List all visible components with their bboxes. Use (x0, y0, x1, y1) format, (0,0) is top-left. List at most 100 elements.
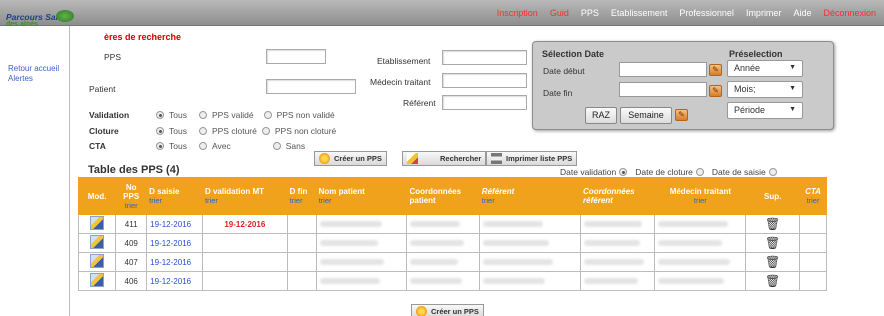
cell-d-saisie-link[interactable]: 19-12-2016 (150, 277, 191, 286)
col-mod-label: Mod. (87, 191, 107, 201)
sidebar-item-alertes[interactable]: Alertes (8, 74, 33, 83)
cell-d-saisie-link[interactable]: 19-12-2016 (150, 258, 191, 267)
edit-icon[interactable] (90, 216, 105, 230)
cell-medecin (654, 271, 747, 291)
col-coord-patient-label: Coordonnées patient (409, 187, 462, 205)
raz-button[interactable]: RAZ (585, 107, 617, 124)
trash-icon[interactable]: 🗑 (765, 218, 780, 230)
sort-medecin-link[interactable]: trier (657, 196, 743, 205)
print-list-button[interactable]: Imprimer liste PPS (486, 151, 578, 166)
cloture-radio-pps-non-cloture[interactable] (261, 127, 270, 135)
table-header-row: Mod. No PPS trier D saisie trier D validat… (77, 177, 827, 215)
col-medecin: Médecin traitant trier (654, 177, 747, 215)
cell-d-saisie-link[interactable]: 19-12-2016 (150, 220, 191, 229)
nav-deconnexion[interactable]: Déconnexion (823, 8, 876, 18)
edit-cell (77, 271, 117, 291)
etablissement-input[interactable] (442, 50, 527, 65)
cloture-radio-tous[interactable] (156, 127, 164, 135)
sort-referent-link[interactable]: trier (482, 196, 578, 205)
validation-radio-pps-non-valide[interactable] (263, 111, 272, 119)
calendar-icon[interactable]: ✎ (709, 85, 722, 97)
pps-input[interactable] (266, 49, 326, 64)
page: { "nav": { "items": [ {"label": "Inscrip… (0, 0, 884, 316)
period-select[interactable]: Période ▼ (727, 102, 803, 119)
cell-d-fin (286, 252, 317, 272)
cell-d-saisie: 19-12-2016 (146, 271, 203, 291)
col-d-saisie-label: D saisie (149, 187, 180, 196)
calendar-icon[interactable]: ✎ (709, 64, 722, 76)
col-d-validation-label: D validation MT (204, 187, 265, 196)
nav-aide[interactable]: Aide (793, 8, 811, 18)
medecin-input[interactable] (442, 73, 527, 88)
cell-medecin (654, 233, 747, 253)
semaine-button[interactable]: Semaine (620, 107, 672, 124)
patient-input[interactable] (266, 79, 356, 94)
pps-table: Mod. No PPS trier D saisie trier D validat… (77, 177, 827, 291)
sidebar-item-retour-accueil[interactable]: Retour accueil (8, 64, 59, 73)
cell-cta (799, 233, 827, 253)
nav-etablissement[interactable]: Etablissement (611, 8, 668, 18)
col-no-pps-label: No PPS (123, 182, 140, 201)
sort-no-pps-link[interactable]: trier (118, 201, 144, 210)
nav-professionnel[interactable]: Professionnel (679, 8, 734, 18)
trash-icon[interactable]: 🗑 (765, 237, 780, 249)
cta-radio-tous[interactable] (156, 142, 164, 150)
redacted-text (319, 220, 382, 227)
cloture-radio-pps-cloture[interactable] (198, 127, 207, 135)
date-debut-input[interactable] (619, 62, 707, 77)
col-sup: Sup. (745, 177, 801, 215)
col-referent: Référent trier (478, 177, 582, 215)
cell-coord-referent (580, 233, 656, 253)
cell-d-validation-value: 19-12-2016 (224, 219, 266, 229)
create-pps-label: Créer un PPS (334, 154, 382, 163)
logo[interactable]: Parcours Santé des aînés (6, 10, 96, 32)
cta-option-avec: Avec (211, 141, 231, 151)
validation-radio-pps-valide[interactable] (198, 111, 207, 119)
cloture-option-pps-cloture: PPS cloturé (211, 126, 257, 136)
trash-icon[interactable]: 🗑 (765, 256, 780, 268)
cta-radio-group: Tous Avec Sans (156, 141, 305, 151)
cta-radio-sans[interactable] (272, 142, 281, 150)
cta-radio-avec[interactable] (198, 142, 207, 150)
year-select[interactable]: Année ▼ (727, 60, 803, 77)
cell-d-validation (201, 233, 288, 253)
date-filter-validation-label: Date validation (560, 167, 617, 177)
cell-sup: 🗑 (745, 271, 801, 291)
date-filter-saisie-radio[interactable] (768, 168, 777, 176)
referent-input[interactable] (442, 95, 527, 110)
edit-icon[interactable] (90, 273, 105, 287)
sort-d-validation-link[interactable]: trier (205, 196, 285, 205)
top-nav: Inscription Guid PPS Etablissement Profe… (0, 0, 884, 26)
edit-icon[interactable] (90, 254, 105, 268)
date-filter-validation-radio[interactable] (619, 168, 628, 176)
sidebar: Retour accueil Alertes (0, 26, 70, 316)
nav-imprimer[interactable]: Imprimer (746, 8, 782, 18)
validation-radio-tous[interactable] (156, 111, 164, 119)
nav-guid[interactable]: Guid (550, 8, 569, 18)
date-fin-input[interactable] (619, 82, 707, 97)
redacted-text (410, 277, 463, 284)
date-filter-cloture-label: Date de cloture (635, 167, 693, 177)
cell-nom-patient (315, 252, 408, 272)
cell-cta (799, 271, 827, 291)
cell-d-saisie-link[interactable]: 19-12-2016 (150, 239, 191, 248)
trash-icon[interactable]: 🗑 (765, 275, 780, 287)
search-button[interactable]: Rechercher (402, 151, 487, 166)
nav-inscription[interactable]: Inscription (497, 8, 538, 18)
nav-pps[interactable]: PPS (581, 8, 599, 18)
sort-d-fin-link[interactable]: trier (290, 196, 314, 205)
create-pps-button[interactable]: Créer un PPS (314, 151, 387, 166)
sort-cta-link[interactable]: trier (802, 196, 824, 205)
edit-icon[interactable] (90, 235, 105, 249)
cell-nom-patient (315, 214, 408, 234)
create-pps-bottom-button[interactable]: Créer un PPS (411, 304, 484, 316)
table-row: 406 19-12-2016 🗑 (77, 271, 827, 291)
date-filter-cloture-radio[interactable] (695, 168, 704, 176)
sort-nom-patient-link[interactable]: trier (319, 196, 405, 205)
cell-coord-referent (580, 252, 656, 272)
month-select[interactable]: Mois; ▼ (727, 81, 803, 98)
cell-no-pps: 409 (115, 233, 148, 253)
printer-icon (491, 153, 502, 164)
sort-d-saisie-link[interactable]: trier (149, 196, 200, 205)
calendar-icon[interactable]: ✎ (675, 109, 688, 121)
